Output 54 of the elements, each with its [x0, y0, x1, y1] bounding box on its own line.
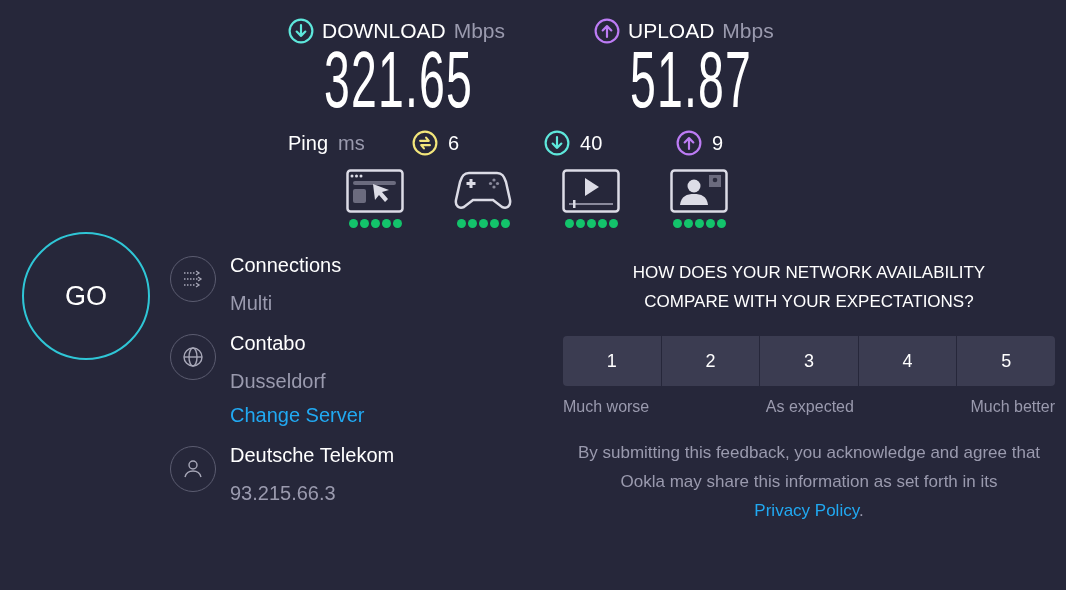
web-browsing-icon	[346, 169, 404, 213]
rating-dot	[683, 219, 693, 228]
rating-option[interactable]: 5	[957, 336, 1055, 386]
feedback-question: HOW DOES YOUR NETWORK AVAILABILITY COMPARE WITH YOUR EXPECTATIONS?	[631, 262, 987, 313]
latency-icon	[412, 130, 439, 156]
go-button[interactable]: GO	[22, 232, 150, 360]
metric-unit: Mbps	[722, 19, 774, 43]
rating-dot	[381, 219, 391, 228]
rating-dot	[500, 219, 510, 228]
privacy-policy-link[interactable]: Privacy Policy	[754, 501, 859, 520]
rating-option[interactable]: 1	[563, 336, 661, 386]
metric-label: DOWNLOAD	[322, 19, 446, 43]
info-title: Contabo	[230, 331, 307, 356]
ping-value: 9	[712, 131, 724, 155]
info-title: Connections	[230, 253, 342, 278]
rating-dot	[489, 219, 499, 228]
info-detail: Dusseldorf	[230, 369, 327, 394]
change-server-link[interactable]: Change Server	[230, 402, 365, 428]
rating-dot	[608, 219, 618, 228]
metric-value: 51.87	[630, 44, 752, 116]
rating-dot	[456, 219, 466, 228]
rating-dot	[575, 219, 585, 228]
rating-dot	[705, 219, 715, 228]
scale-label: Much worse	[563, 398, 650, 416]
metric-unit: Mbps	[453, 19, 506, 43]
rating-dot	[392, 219, 402, 228]
video-call-icon	[670, 169, 728, 213]
info-title: Deutsche Telekom	[230, 443, 395, 468]
rating-dot	[467, 219, 477, 228]
video-player-icon	[562, 169, 620, 213]
rating-option[interactable]: 3	[760, 336, 858, 386]
rating-dot	[478, 219, 488, 228]
rating-option[interactable]: 4	[858, 336, 957, 386]
rating-dot	[694, 219, 704, 228]
info-detail: Multi	[230, 291, 274, 316]
rating-dot	[564, 219, 574, 228]
scale-label: As expected	[765, 398, 854, 416]
scale-label: Much better	[970, 398, 1055, 416]
rating-dot	[348, 219, 358, 228]
ping-label: Ping	[288, 131, 329, 155]
rating-option[interactable]: 2	[661, 336, 760, 386]
rating-dot	[359, 219, 369, 228]
ping-unit: ms	[338, 131, 366, 155]
rating-dot	[586, 219, 596, 228]
disclaimer-text: By submitting this feedback, you acknowledge and agree that Ookla may share this information as set forth in its Privacy Policy.	[576, 442, 1042, 522]
rating-dot	[597, 219, 607, 228]
metric-label: UPLOAD	[628, 19, 715, 43]
ping-value: 6	[448, 131, 460, 155]
metric-value: 321.65	[324, 44, 473, 116]
info-detail: 93.215.66.3	[230, 481, 337, 506]
rating-dot	[370, 219, 380, 228]
rating-dot	[672, 219, 682, 228]
rating-dot	[716, 219, 726, 228]
ping-value: 40	[580, 131, 603, 155]
